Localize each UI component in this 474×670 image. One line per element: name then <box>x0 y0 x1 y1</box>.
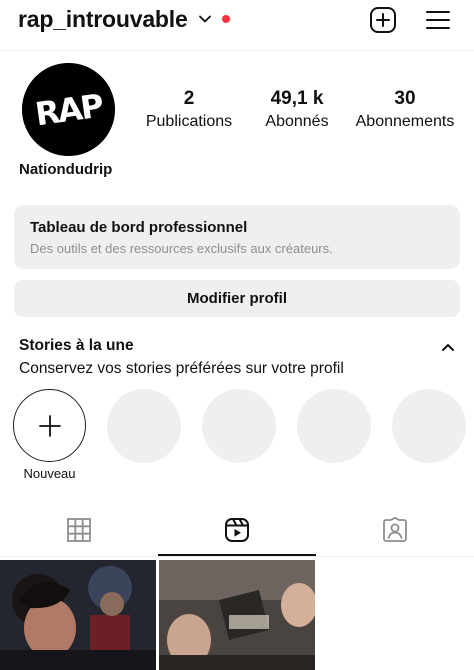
chevron-down-icon[interactable] <box>198 12 212 26</box>
hamburger-menu-icon[interactable] <box>424 6 452 34</box>
tagged-user-icon <box>383 517 407 542</box>
post-image <box>159 560 315 670</box>
new-story-label: Nouveau <box>23 466 76 481</box>
tab-tagged[interactable] <box>316 508 474 556</box>
notification-dot <box>222 15 230 23</box>
post-thumbnail[interactable] <box>159 560 315 670</box>
pro-dashboard-card[interactable]: Tableau de bord professionnel Des outils… <box>14 205 460 269</box>
top-bar: rap_introuvable <box>0 0 474 46</box>
stat-publications-label: Publications <box>145 113 233 130</box>
story-placeholder <box>107 389 181 463</box>
stories-subtitle: Conservez vos stories préférées sur votr… <box>19 360 344 377</box>
plus-icon <box>39 415 61 437</box>
new-story-button[interactable] <box>13 389 86 462</box>
reels-icon <box>225 518 249 542</box>
stat-following[interactable]: 30 Abonnements <box>350 87 460 133</box>
pro-dashboard-subtitle: Des outils et des ressources exclusifs a… <box>30 241 333 256</box>
stat-publications-value: 2 <box>183 88 195 109</box>
pro-dashboard-title: Tableau de bord professionnel <box>30 219 248 236</box>
header-divider <box>0 50 474 51</box>
stat-followers-value: 49,1 k <box>270 88 324 109</box>
stat-followers[interactable]: 49,1 k Abonnés <box>258 87 336 133</box>
tab-reels[interactable] <box>158 508 316 556</box>
stat-following-label: Abonnements <box>355 113 455 130</box>
plus-square-icon[interactable] <box>369 6 397 34</box>
stat-following-value: 30 <box>394 88 416 109</box>
story-placeholder <box>392 389 466 463</box>
stat-publications[interactable]: 2 Publications <box>140 87 238 133</box>
story-placeholder <box>297 389 371 463</box>
post-thumbnail[interactable] <box>0 560 156 670</box>
avatar[interactable]: RAP <box>22 63 115 156</box>
username[interactable]: rap_introuvable <box>18 6 188 33</box>
grid-icon <box>67 518 91 542</box>
chevron-up-icon[interactable] <box>440 340 456 354</box>
stories-title: Stories à la une <box>19 337 134 354</box>
edit-profile-button[interactable]: Modifier profil <box>14 280 460 317</box>
tab-grid[interactable] <box>0 508 158 556</box>
story-placeholder <box>202 389 276 463</box>
profile-tabs <box>0 508 474 556</box>
rap-logo-icon: RAP <box>22 63 115 156</box>
stat-followers-label: Abonnés <box>265 113 329 130</box>
display-name: Nationdudrip <box>19 161 113 178</box>
post-image <box>0 560 156 670</box>
tabs-divider <box>0 555 474 557</box>
